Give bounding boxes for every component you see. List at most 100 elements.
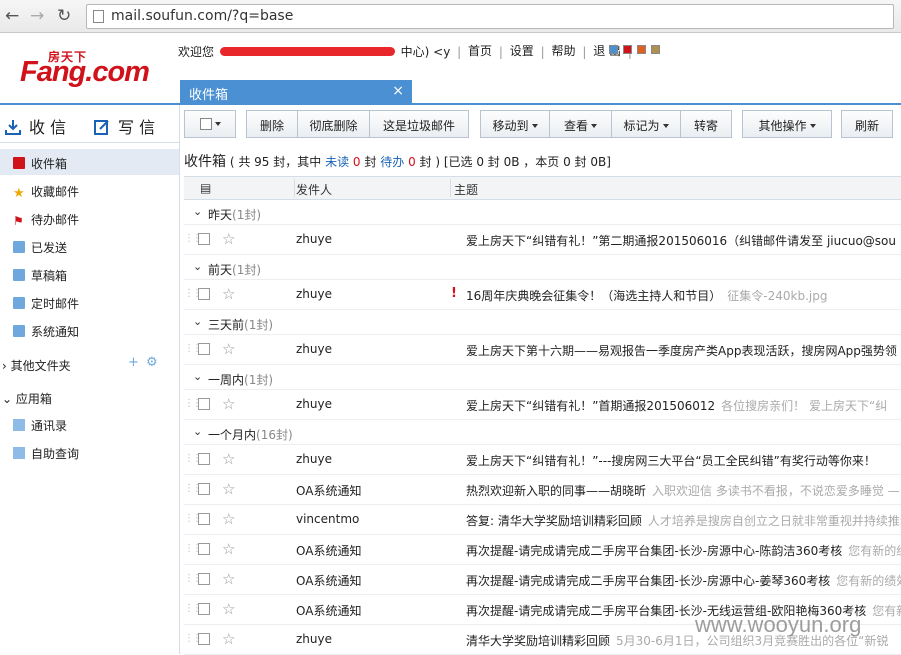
refresh-button[interactable]: 刷新 [841, 110, 893, 138]
group-header[interactable]: ⌄ 一个月内(16封) [184, 420, 901, 445]
group-header[interactable]: ⌄ 一周内(1封) [184, 365, 901, 390]
sender: zhuye [296, 287, 332, 301]
star-icon[interactable]: ☆ [222, 395, 235, 413]
other-folders-group[interactable]: › 其他文件夹 [0, 357, 71, 374]
select-all-dropdown[interactable] [184, 110, 236, 138]
star-icon[interactable]: ☆ [222, 340, 235, 358]
delete-button[interactable]: 删除 [246, 110, 298, 138]
star-icon[interactable]: ☆ [222, 540, 235, 558]
subject: 热烈欢迎新入职的同事——胡晓昕 [466, 484, 647, 498]
star-icon[interactable]: ☆ [222, 570, 235, 588]
list-item[interactable]: ⋮⋮ ☆ zhuye 爱上房天下“纠错有礼！”---搜房网三大平台“员工全民纠错”… [184, 445, 901, 475]
permanent-delete-button[interactable]: 彻底删除 [297, 110, 370, 138]
list-item[interactable]: ⋮⋮ ☆ zhuye ! 16周年庆典晚会征集令！（海选主持人和节目） 征集令-24… [184, 280, 901, 310]
summary-text: ( 共 95 封，其中 [229, 155, 322, 169]
sidebar-item-starred[interactable]: ★ 收藏邮件 [0, 177, 179, 203]
row-checkbox[interactable] [198, 453, 210, 465]
other-actions-button[interactable]: 其他操作 [742, 110, 832, 138]
sidebar-item-inbox[interactable]: 收件箱 [0, 149, 179, 175]
mark-as-button[interactable]: 标记为 [611, 110, 681, 138]
list-item[interactable]: ⋮⋮ ☆ OA系统通知 再次提醒-请完成请完成二手房平台集团-长沙-房源中心-姜琴… [184, 565, 901, 595]
todo-count: 0 [408, 155, 416, 169]
row-checkbox[interactable] [198, 233, 210, 245]
star-icon[interactable]: ☆ [222, 450, 235, 468]
row-checkbox[interactable] [198, 398, 210, 410]
sidebar-item-system-notice[interactable]: 系统通知 [0, 317, 179, 343]
list-item[interactable]: ⋮⋮ ☆ zhuye 爱上房天下“纠错有礼！”第二期通报201506016（纠错邮… [184, 225, 901, 255]
apps-group[interactable]: ⌄ 应用箱 [0, 390, 52, 407]
star-icon[interactable]: ☆ [222, 285, 235, 303]
column-from[interactable]: 发件人 [296, 181, 332, 198]
view-button[interactable]: 查看 [549, 110, 612, 138]
star-icon[interactable]: ☆ [222, 600, 235, 618]
tab-label: 收件箱 [189, 88, 229, 103]
row-checkbox[interactable] [198, 573, 210, 585]
gear-icon[interactable]: ⚙ [146, 355, 158, 370]
row-checkbox[interactable] [198, 288, 210, 300]
chevron-down-icon: ⌄ [193, 260, 203, 273]
list-item[interactable]: ⋮⋮ ☆ OA系统通知 热烈欢迎新入职的同事——胡晓昕 入职欢迎信 多读书不看报，不… [184, 475, 901, 505]
subject: 爱上房天下“纠错有礼！”第二期通报201506016（纠错邮件请发至 jiucu… [466, 234, 896, 248]
sender: OA系统通知 [296, 604, 362, 618]
settings-link[interactable]: 设置 [510, 44, 534, 58]
move-to-button[interactable]: 移动到 [480, 110, 550, 138]
back-arrow-icon[interactable]: ← [5, 6, 19, 26]
receive-button[interactable]: 收 信 [5, 114, 66, 138]
add-folder-icon[interactable]: + [128, 355, 139, 370]
sidebar-item-self-query[interactable]: 自助查询 [0, 439, 179, 465]
list-item[interactable]: ⋮⋮ ☆ zhuye 爱上房天下第十六期——易观报告一季度房产类App表现活跃，搜… [184, 335, 901, 365]
skin-red-swatch[interactable] [623, 45, 632, 54]
column-subject[interactable]: 主题 [454, 181, 478, 198]
sender: zhuye [296, 397, 332, 411]
tab-inbox[interactable]: 收件箱 × [180, 80, 412, 104]
watermark: www.wooyun.org [695, 612, 862, 637]
sidebar-item-drafts[interactable]: 草稿箱 [0, 261, 179, 287]
view-label: 查看 [563, 119, 588, 133]
home-link[interactable]: 首页 [468, 44, 492, 58]
star-icon[interactable]: ☆ [222, 510, 235, 528]
group-header[interactable]: ⌄ 昨天(1封) [184, 200, 901, 225]
sender: zhuye [296, 232, 332, 246]
sidebar-item-contacts[interactable]: 通讯录 [0, 411, 179, 437]
star-icon[interactable]: ☆ [222, 230, 235, 248]
skin-orange-swatch[interactable] [637, 45, 646, 54]
caret-icon [591, 124, 597, 128]
star-icon[interactable]: ☆ [222, 480, 235, 498]
compose-bar: 收 信 写 信 [0, 105, 180, 143]
row-checkbox[interactable] [198, 603, 210, 615]
sidebar-item-todo[interactable]: ⚑ 待办邮件 [0, 205, 179, 231]
group-label: 三天前 [208, 318, 245, 332]
close-icon[interactable]: × [392, 83, 404, 99]
list-item[interactable]: ⋮⋮ ☆ vincentmo 答复: 清华大学奖励培训精彩回顾 人才培养是搜房自创立… [184, 505, 901, 535]
todo-link[interactable]: 待办 [380, 155, 404, 169]
group-count: (1封) [232, 208, 262, 222]
skin-blue-swatch[interactable] [609, 45, 618, 54]
list-item[interactable]: ⋮⋮ ☆ OA系统通知 再次提醒-请完成请完成二手房平台集团-长沙-房源中心-陈韵… [184, 535, 901, 565]
sidebar-item-sent[interactable]: 已发送 [0, 233, 179, 259]
chevron-down-icon: ⌄ [2, 392, 13, 406]
sidebar-item-scheduled[interactable]: 定时邮件 [0, 289, 179, 315]
row-checkbox[interactable] [198, 543, 210, 555]
group-header[interactable]: ⌄ 前天(1封) [184, 255, 901, 280]
compose-button[interactable]: 写 信 [94, 114, 155, 138]
forward-arrow-icon[interactable]: → [30, 6, 44, 26]
row-checkbox[interactable] [198, 483, 210, 495]
pencil-icon [94, 120, 109, 135]
sidebar-item-label: 系统通知 [31, 325, 80, 339]
skin-brown-swatch[interactable] [651, 45, 660, 54]
row-checkbox[interactable] [198, 343, 210, 355]
list-item[interactable]: ⋮⋮ ☆ zhuye 爱上房天下“纠错有礼！”首期通报201506012 各位搜房亲… [184, 390, 901, 420]
help-link[interactable]: 帮助 [551, 44, 575, 58]
group-header[interactable]: ⌄ 三天前(1封) [184, 310, 901, 335]
star-icon[interactable]: ☆ [222, 630, 235, 648]
row-checkbox[interactable] [198, 633, 210, 645]
group-label: 昨天 [208, 208, 233, 222]
column-settings-icon[interactable]: ▤ [200, 181, 211, 195]
address-bar[interactable]: mail.soufun.com/?q=base [86, 4, 894, 29]
spam-button[interactable]: 这是垃圾邮件 [369, 110, 469, 138]
reload-icon[interactable]: ↻ [57, 6, 71, 26]
row-checkbox[interactable] [198, 513, 210, 525]
unread-link[interactable]: 未读 [325, 155, 349, 169]
url-text[interactable]: mail.soufun.com/?q=base [111, 8, 293, 24]
forward-button[interactable]: 转寄 [680, 110, 732, 138]
